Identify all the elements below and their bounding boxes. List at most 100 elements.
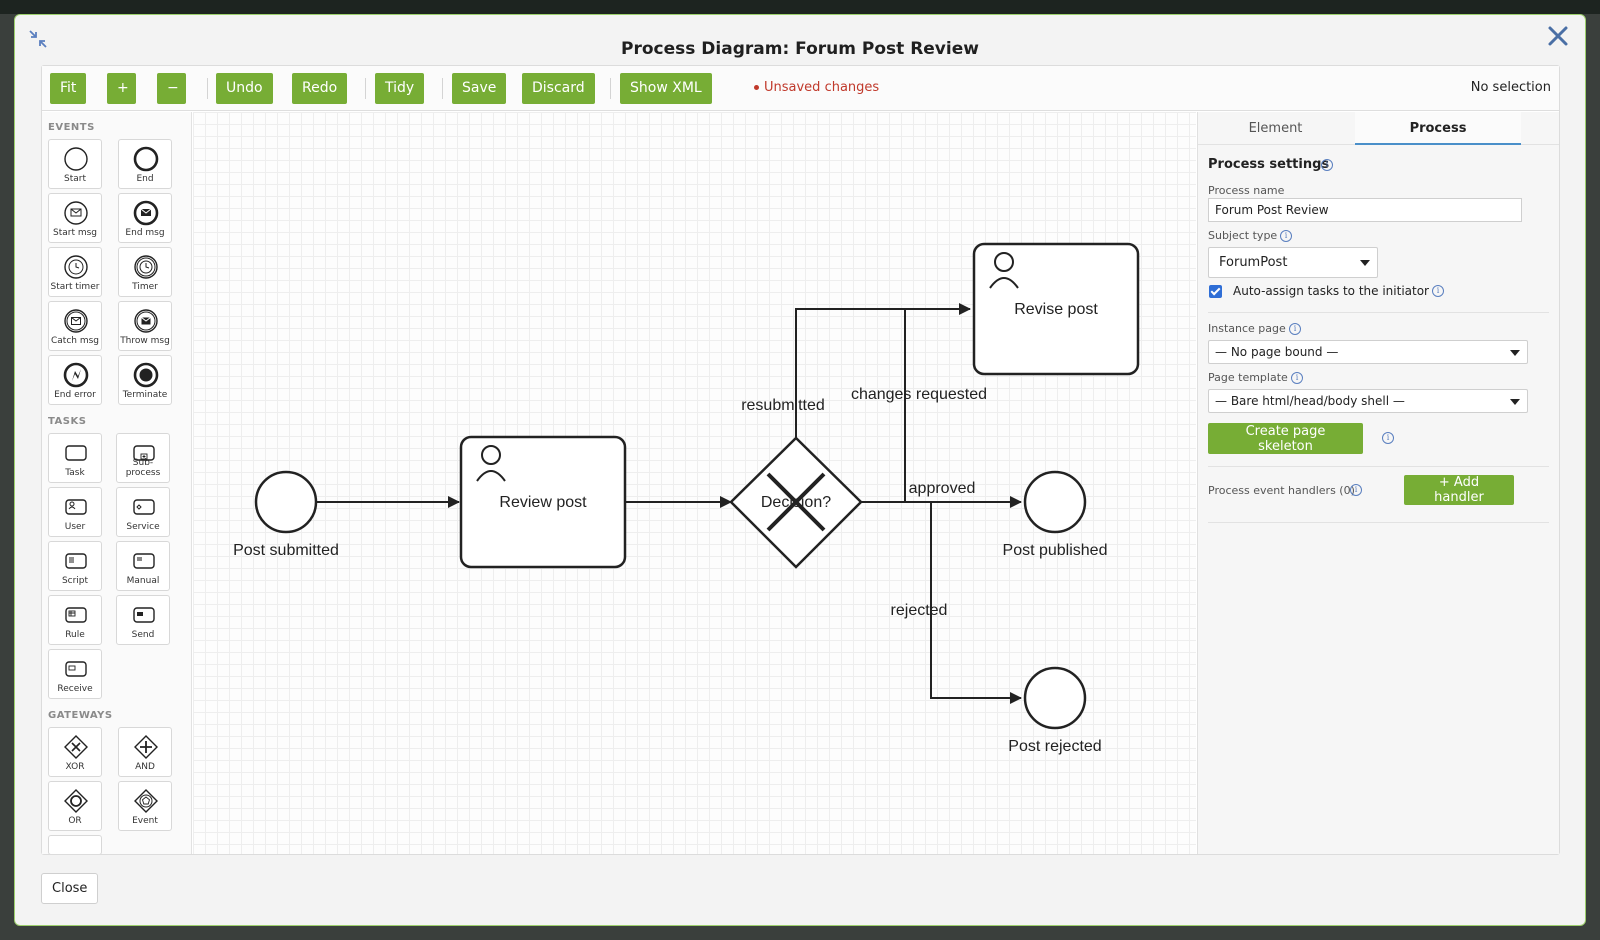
info-icon[interactable]: i xyxy=(1291,372,1303,384)
palette-item-manual[interactable]: Manual xyxy=(116,541,170,591)
start-event-post-submitted[interactable] xyxy=(254,470,318,534)
end-event-icon xyxy=(133,146,159,172)
unsaved-indicator: Unsaved changes xyxy=(754,80,879,95)
add-handler-button[interactable]: + Add handler xyxy=(1404,475,1514,505)
palette-label: Receive xyxy=(57,684,93,694)
receive-task-icon xyxy=(65,661,87,677)
flow-rejected[interactable] xyxy=(930,502,1022,704)
info-icon[interactable]: i xyxy=(1382,432,1394,444)
palette-item-subprocess[interactable]: Sub-process xyxy=(116,433,170,483)
palette-item-service[interactable]: Service xyxy=(116,487,170,537)
service-task-icon xyxy=(133,499,155,515)
palette-label: Script xyxy=(61,576,89,586)
selection-status: No selection xyxy=(1470,80,1551,95)
redo-button[interactable]: Redo xyxy=(292,73,348,104)
palette-item-receive[interactable]: Receive xyxy=(48,649,102,699)
send-task-icon xyxy=(133,607,155,623)
section-divider xyxy=(1208,312,1549,313)
events-heading: EVENTS xyxy=(48,122,95,133)
palette-item-catch-msg[interactable]: Catch msg xyxy=(48,301,102,351)
palette-item-or[interactable]: OR xyxy=(48,781,102,831)
unsaved-dot-icon xyxy=(754,85,759,90)
palette-item-start[interactable]: Start xyxy=(48,139,102,189)
palette-item-rule[interactable]: Rule xyxy=(48,595,102,645)
undo-button[interactable]: Undo xyxy=(216,73,273,104)
review-task-label: Review post xyxy=(499,494,587,511)
gateway-label: Decision? xyxy=(761,494,831,511)
zoom-out-button[interactable]: − xyxy=(157,73,186,104)
subject-type-select[interactable]: ForumPost xyxy=(1208,247,1378,278)
properties-panel: Element Process Process settings i Proce… xyxy=(1197,112,1559,854)
palette-item-timer[interactable]: Timer xyxy=(118,247,172,297)
palette-label: Throw msg xyxy=(120,336,170,346)
close-button[interactable]: Close xyxy=(41,873,99,904)
flow-label-rejected: rejected xyxy=(891,602,948,619)
instance-page-select[interactable]: — No page bound — xyxy=(1208,340,1528,364)
palette-item-start-msg[interactable]: Start msg xyxy=(48,193,102,243)
fit-button[interactable]: Fit xyxy=(50,73,87,104)
info-icon[interactable]: i xyxy=(1321,159,1333,171)
tidy-button[interactable]: Tidy xyxy=(375,73,425,104)
palette-label: OR xyxy=(68,816,82,826)
palette-item-task[interactable]: Task xyxy=(48,433,102,483)
palette-item-and[interactable]: AND xyxy=(118,727,172,777)
subject-type-label: Subject type xyxy=(1208,229,1278,242)
palette-item-start-timer[interactable]: Start timer xyxy=(48,247,102,297)
gateway-decision[interactable]: Decision? xyxy=(729,436,863,569)
start-message-icon xyxy=(64,201,88,225)
end-event-post-published[interactable] xyxy=(1023,470,1087,534)
event-gateway-icon xyxy=(134,789,158,813)
palette-item-end-error[interactable]: End error xyxy=(48,355,102,405)
palette-item-terminate[interactable]: Terminate xyxy=(118,355,172,405)
instance-page-label: Instance page xyxy=(1208,322,1286,335)
palette-item-event-gateway[interactable]: Event xyxy=(118,781,172,831)
show-xml-button[interactable]: Show XML xyxy=(620,73,712,104)
palette-label: Terminate xyxy=(122,390,168,400)
unsaved-text: Unsaved changes xyxy=(764,80,880,95)
flow-resubmitted[interactable] xyxy=(795,303,971,438)
palette-item-throw-msg[interactable]: Throw msg xyxy=(118,301,172,351)
auto-assign-checkbox[interactable] xyxy=(1209,285,1222,298)
create-page-skeleton-button[interactable]: Create page skeleton xyxy=(1208,423,1363,454)
properties-tabs: Element Process xyxy=(1198,112,1559,145)
palette-item-end-msg[interactable]: End msg xyxy=(118,193,172,243)
palette-label: Start msg xyxy=(52,228,97,238)
palette-item-script[interactable]: Script xyxy=(48,541,102,591)
palette-item-send[interactable]: Send xyxy=(116,595,170,645)
zoom-in-button[interactable]: + xyxy=(107,73,136,104)
section-divider xyxy=(1208,466,1549,467)
toolbar-separator xyxy=(365,78,366,99)
info-icon[interactable]: i xyxy=(1280,230,1292,242)
event-handlers-label: Process event handlers (0) xyxy=(1208,484,1355,497)
flow-label-resubmitted: resubmitted xyxy=(741,397,825,414)
task-revise-post[interactable]: Revise post xyxy=(972,242,1140,376)
info-icon[interactable]: i xyxy=(1350,484,1362,496)
info-icon[interactable]: i xyxy=(1432,285,1444,297)
tab-process[interactable]: Process xyxy=(1355,112,1521,145)
palette-item-end[interactable]: End xyxy=(118,139,172,189)
palette-label: Task xyxy=(65,468,85,478)
and-gateway-icon xyxy=(134,735,158,759)
close-icon[interactable] xyxy=(1545,23,1571,49)
modal-title: Process Diagram: Forum Post Review xyxy=(621,39,979,59)
save-button[interactable]: Save xyxy=(452,73,507,104)
info-icon[interactable]: i xyxy=(1289,323,1301,335)
flow-changes-requested[interactable] xyxy=(861,309,906,503)
discard-button[interactable]: Discard xyxy=(522,73,595,104)
subject-type-value: ForumPost xyxy=(1219,255,1288,270)
tab-element[interactable]: Element xyxy=(1198,112,1353,145)
palette-item-xor[interactable]: XOR xyxy=(48,727,102,777)
tasks-heading: TASKS xyxy=(48,416,87,427)
flow-label-changes-requested: changes requested xyxy=(851,386,987,403)
chevron-down-icon xyxy=(1360,260,1370,266)
throw-message-icon xyxy=(134,309,158,333)
task-review-post[interactable]: Review post xyxy=(459,435,627,569)
palette-item-more[interactable] xyxy=(48,835,102,854)
page-template-select[interactable]: — Bare html/head/body shell — xyxy=(1208,389,1528,413)
process-diagram-modal: Process Diagram: Forum Post Review Fit +… xyxy=(14,14,1586,926)
palette-item-user[interactable]: User xyxy=(48,487,102,537)
timer-icon xyxy=(134,255,158,279)
diagram-canvas[interactable]: Post submitted Review post Decision? Rev… xyxy=(193,112,1196,854)
end-event-post-rejected[interactable] xyxy=(1023,666,1087,730)
process-name-input[interactable] xyxy=(1208,198,1522,222)
